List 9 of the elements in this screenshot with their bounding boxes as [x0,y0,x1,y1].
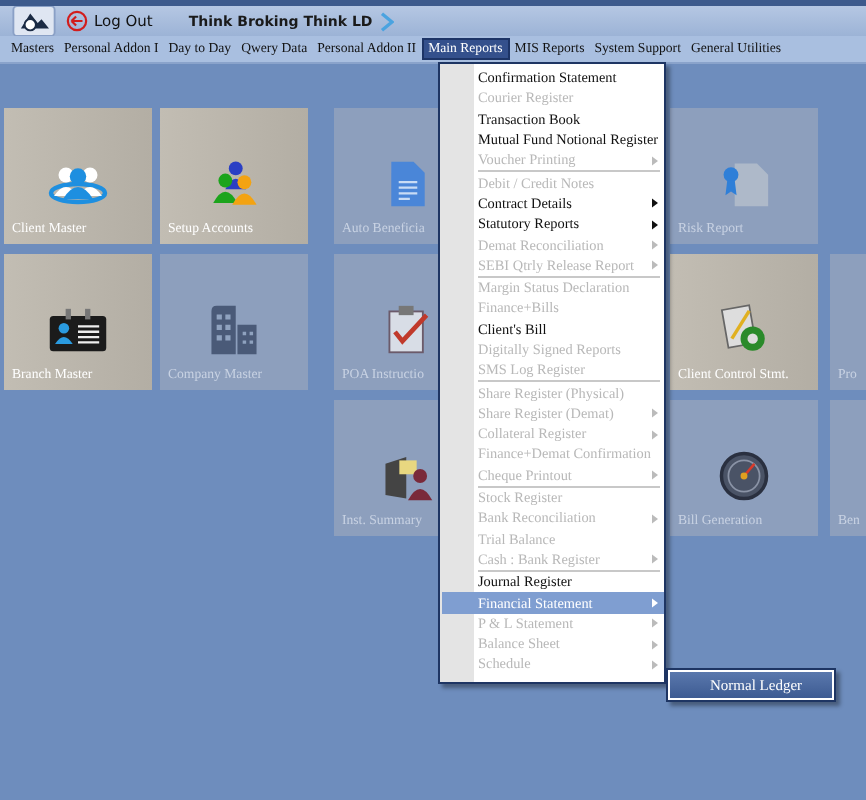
submenu-arrow-icon [652,155,658,166]
logout-icon [66,10,88,32]
submenu-arrow-icon [652,513,658,524]
submenu-arrow-icon [652,554,658,565]
submenu-arrow-icon [652,470,658,481]
id-badge-icon [48,304,108,356]
chevron-icon [380,11,395,31]
gauge-icon [714,450,774,502]
home-icon[interactable] [10,6,58,36]
